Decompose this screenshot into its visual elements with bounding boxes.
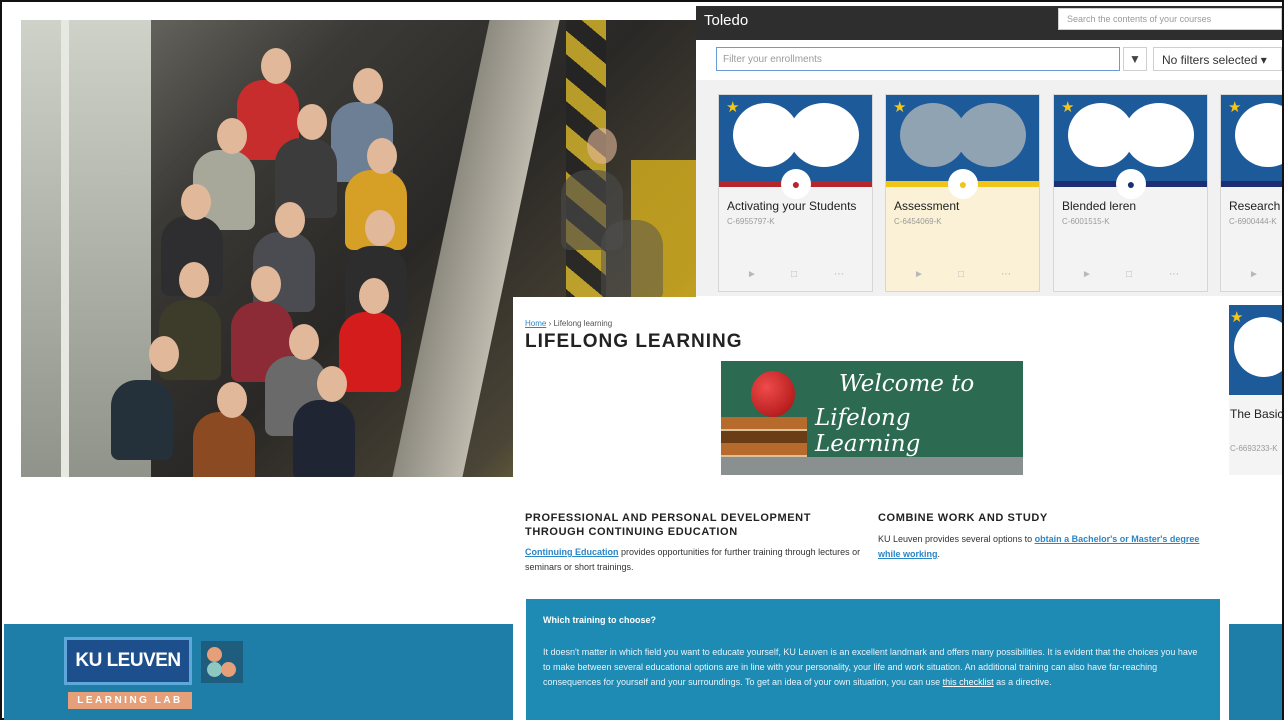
favorite-star-icon[interactable]: ★ — [726, 98, 739, 116]
enrollment-filter-input[interactable]: Filter your enrollments — [716, 47, 1120, 71]
filter-icon[interactable]: ▼ — [1123, 47, 1147, 71]
training-info-box: Which training to choose? It doesn't mat… — [526, 599, 1220, 720]
bell-icon[interactable]: □ — [958, 269, 964, 280]
course-title: Assessment — [894, 199, 960, 213]
course-card[interactable]: ★ Research C-6900444-K ► — [1220, 94, 1282, 292]
breadcrumb-current: Lifelong learning — [553, 319, 613, 328]
bell-icon[interactable]: □ — [1126, 269, 1132, 280]
banner-line-2: Lifelong Learning — [815, 405, 921, 457]
apple-icon — [751, 371, 795, 417]
course-code: C-6900444-K — [1229, 217, 1277, 226]
ku-leuven-logo: KU LEUVEN — [64, 637, 192, 685]
course-code: C-6001515-K — [1062, 217, 1110, 226]
course-code: C-6955797-K — [727, 217, 775, 226]
breadcrumb: Home › Lifelong learning — [525, 319, 613, 328]
course-code: C-6693233-K — [1230, 444, 1278, 453]
more-icon[interactable]: ⋯ — [1001, 269, 1011, 280]
more-icon[interactable]: ⋯ — [834, 269, 844, 280]
announce-icon[interactable]: ► — [747, 269, 757, 280]
course-card[interactable]: ★ ● Activating your Students C-6955797-K… — [718, 94, 873, 292]
course-title: Blended leren — [1062, 199, 1137, 213]
banner-line-1: Welcome to — [839, 371, 975, 397]
more-icon[interactable]: ⋯ — [1169, 269, 1179, 280]
filter-row: Filter your enrollments ▼ No filters sel… — [696, 40, 1282, 80]
announce-icon[interactable]: ► — [914, 269, 924, 280]
learning-lab-icon — [201, 641, 243, 683]
group-icon: ● — [1116, 169, 1146, 199]
course-card[interactable]: ★ ● Blended leren C-6001515-K ► □ ⋯ — [1053, 94, 1208, 292]
course-search-input[interactable]: Search the contents of your courses — [1058, 8, 1282, 30]
continuing-education-link[interactable]: Continuing Education — [525, 547, 619, 557]
favorite-star-icon[interactable]: ★ — [1230, 308, 1243, 326]
course-title: Activating your Students — [727, 199, 857, 213]
page-title: LIFELONG LEARNING — [525, 331, 743, 352]
toledo-top-bar: Toledo Search the contents of your cours… — [696, 6, 1282, 40]
filter-select[interactable]: No filters selected ▾ — [1153, 47, 1282, 71]
learning-lab-label: LEARNING LAB — [68, 692, 192, 709]
group-icon: ● — [948, 169, 978, 199]
favorite-star-icon[interactable]: ★ — [1228, 98, 1241, 116]
toledo-title: Toledo — [704, 12, 749, 29]
lifelong-learning-page: Home › Lifelong learning LIFELONG LEARNI… — [513, 297, 1229, 720]
section-text-continuing: Continuing Education provides opportunit… — [525, 547, 861, 572]
section-text-work-study: KU Leuven provides several options to ob… — [878, 534, 1200, 559]
course-title: The Basics design — [1230, 407, 1282, 421]
bell-icon[interactable]: □ — [791, 269, 797, 280]
section-heading-continuing: PROFESSIONAL AND PERSONAL DEVELOPMENT TH… — [525, 512, 812, 538]
course-title: Research — [1229, 199, 1281, 213]
filter-select-label: No filters selected — [1162, 53, 1258, 67]
section-heading-work-study: COMBINE WORK AND STUDY — [878, 512, 1048, 524]
course-code: C-6454069-K — [894, 217, 942, 226]
announce-icon[interactable]: ► — [1249, 269, 1259, 280]
info-box-heading: Which training to choose? — [543, 615, 656, 625]
checklist-link[interactable]: this checklist — [943, 677, 994, 687]
favorite-star-icon[interactable]: ★ — [1061, 98, 1074, 116]
welcome-banner: Welcome to Lifelong Learning — [721, 361, 1023, 475]
group-icon: ● — [781, 169, 811, 199]
favorite-star-icon[interactable]: ★ — [893, 98, 906, 116]
info-box-text: It doesn't matter in which field you wan… — [543, 647, 1198, 687]
course-card-partial[interactable]: ★ The Basics design C-6693233-K — [1228, 305, 1282, 475]
toledo-panel: Toledo Search the contents of your cours… — [696, 6, 1282, 296]
breadcrumb-home-link[interactable]: Home — [525, 319, 546, 328]
announce-icon[interactable]: ► — [1082, 269, 1092, 280]
course-card[interactable]: ★ ● Assessment C-6454069-K ► □ ⋯ — [885, 94, 1040, 292]
